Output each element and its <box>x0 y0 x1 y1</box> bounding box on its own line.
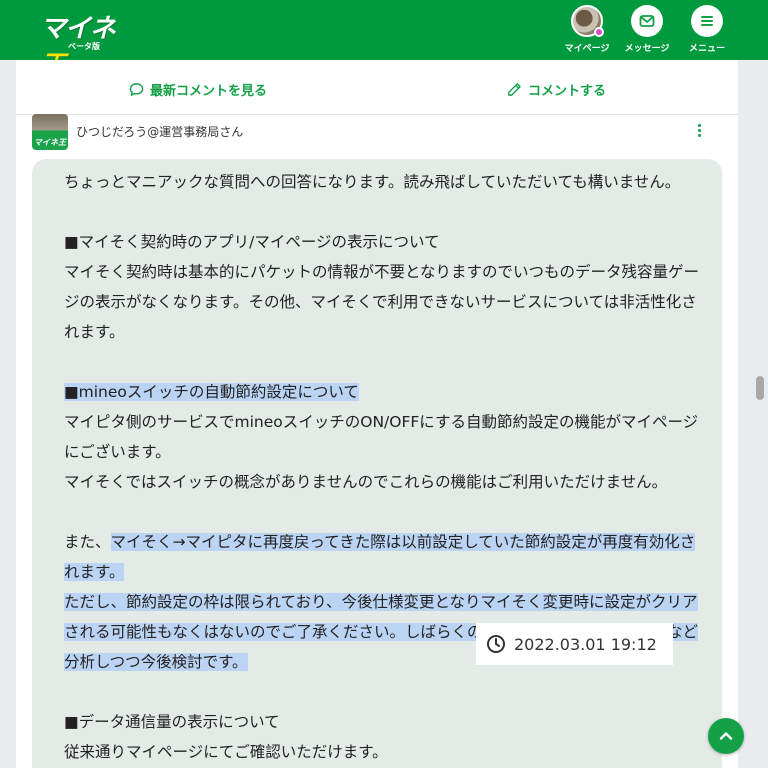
chevron-up-icon <box>719 732 733 740</box>
comment-timestamp: 2022.03.01 19:12 <box>476 623 673 665</box>
clock-icon <box>487 635 505 653</box>
comment-line: また、マイそく→マイピタに再度戻ってきた際は以前設定していた節約設定が再度有効化… <box>64 530 696 554</box>
post-comment-label: コメントする <box>528 84 607 99</box>
section-heading: ■マイそく契約時のアプリ/マイページの表示について <box>64 233 440 251</box>
mail-icon <box>631 5 663 37</box>
hamburger-icon <box>691 5 723 37</box>
comment-line: れます。 <box>64 323 125 341</box>
notification-dot <box>594 27 604 37</box>
section-heading: ■データ通信量の表示について <box>64 713 280 731</box>
comment-line: れます。 <box>64 560 125 584</box>
scroll-to-top-button[interactable] <box>708 718 744 754</box>
comment-line: 分析しつつ今後検討です。 <box>64 650 248 674</box>
comment-line: マイそく契約時は基本的にパケットの情報が不要となりますのでいつものデータ残容量ゲ… <box>64 263 700 281</box>
comment-bubble: ちょっとマニアックな質問への回答になります。読み飛ばしていただいても構いません。… <box>32 159 722 768</box>
selected-text: マイそく→マイピタに再度戻ってきた際は以前設定していた節約設定が再度有効化さ <box>110 533 696 551</box>
nav-messages[interactable]: メッセージ <box>617 5 677 57</box>
avatar-logo-text: マイネ王 <box>34 138 66 147</box>
top-header: マイネ王 ベータ版 マイページ メッセージ メニュー <box>0 0 768 81</box>
logo-text-main: マイネ <box>40 14 116 44</box>
comment-author[interactable]: ひつじだろう@運営事務局さん <box>76 123 243 140</box>
comment-line: マイピタ側のサービスでmineoスイッチのON/OFFにする自動節約設定の機能が… <box>64 413 699 431</box>
user-avatar <box>571 5 604 37</box>
nav-menu[interactable]: メニュー <box>677 5 737 57</box>
nav-mypage[interactable]: マイページ <box>557 5 617 57</box>
more-options-icon[interactable] <box>692 122 706 142</box>
selected-text: 分析しつつ今後検討です。 <box>64 653 248 671</box>
scrollbar-thumb[interactable] <box>756 376 764 400</box>
selected-text: ■mineoスイッチの自動節約設定について <box>64 383 359 401</box>
commenter-avatar[interactable]: マイネ王 <box>32 114 68 150</box>
post-comment-link[interactable]: コメントする <box>507 80 606 99</box>
comment-line: ジの表示がなくなります。その他、マイそくで利用できないサービスについては非活性化… <box>64 293 697 311</box>
nav-mypage-label: マイページ <box>564 44 610 54</box>
comment-line: ただし、節約設定の枠は限られており、今後仕様変更となりマイそく変更時に設定がクリ… <box>64 590 698 614</box>
beta-label: ベータ版 <box>68 42 100 51</box>
pencil-icon <box>508 83 521 96</box>
speech-bubble-icon <box>129 83 144 97</box>
comment-line: ちょっとマニアックな質問への回答になります。読み飛ばしていただいても構いません。 <box>64 173 681 191</box>
nav-messages-label: メッセージ <box>624 44 670 54</box>
plain-text: また、 <box>64 533 111 551</box>
selected-text: ただし、節約設定の枠は限られており、今後仕様変更となりマイそく変更時に設定がクリ… <box>64 593 698 611</box>
nav-menu-label: メニュー <box>688 44 725 54</box>
selected-text: れます。 <box>64 563 125 581</box>
section-heading: ■mineoスイッチの自動節約設定について <box>64 380 359 404</box>
timestamp-text: 2022.03.01 19:12 <box>514 634 657 654</box>
comment-line: マイそくではスイッチの概念がありませんのでこれらの機能はご利用いただけません。 <box>64 473 668 491</box>
latest-comments-link[interactable]: 最新コメントを見る <box>129 80 267 99</box>
comment-line: にございます。 <box>64 443 171 461</box>
latest-comments-label: 最新コメントを見る <box>150 84 268 99</box>
comment-action-bar: 最新コメントを見る コメントする <box>16 60 738 115</box>
comment-line: 従来通りマイページにてご確認いただけます。 <box>64 743 388 761</box>
mineo-logo[interactable]: マイネ王 ベータ版 <box>40 8 130 81</box>
